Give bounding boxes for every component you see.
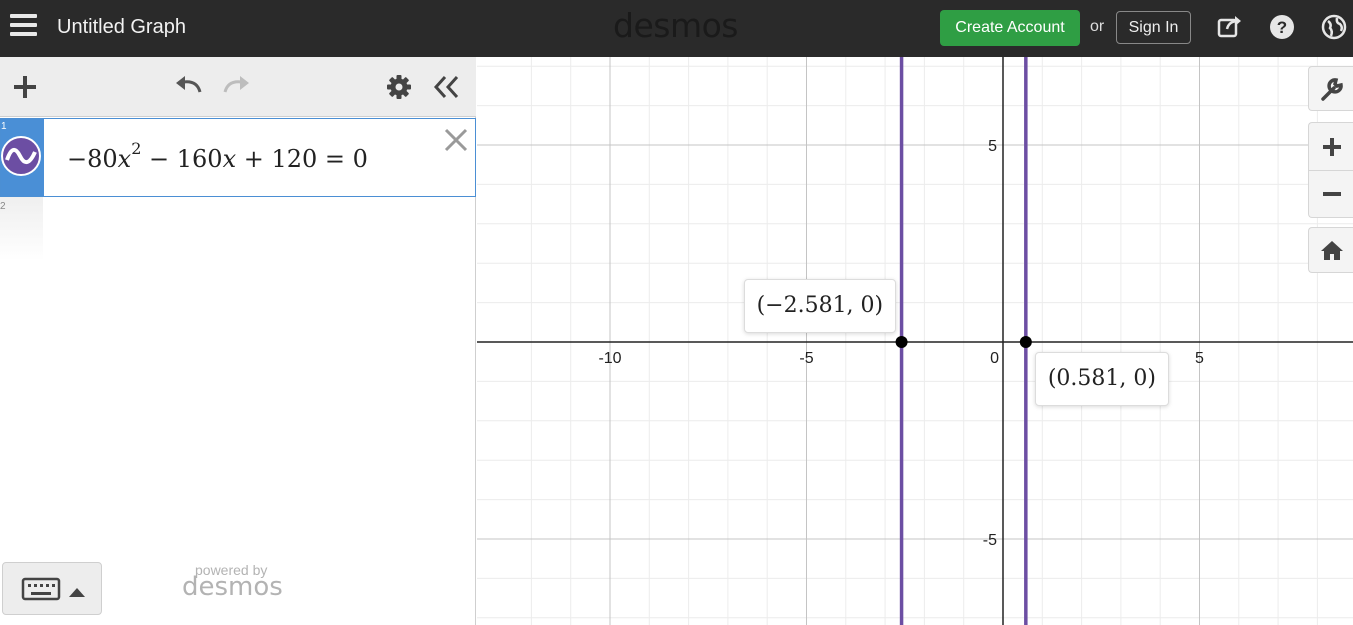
expression-row-2[interactable]: 2 (0, 197, 476, 261)
intercept-point (1019, 336, 1032, 348)
axes (477, 57, 1353, 625)
share-icon[interactable] (1215, 12, 1245, 42)
x-tick-label: -5 (799, 350, 813, 367)
add-icon[interactable] (12, 74, 38, 105)
or-text: or (1090, 18, 1105, 35)
point-label[interactable]: (−2.581, 0) (743, 279, 897, 333)
expression-gutter: 2 (0, 197, 43, 261)
redo-icon[interactable] (222, 74, 252, 101)
expression-input[interactable]: −80x2 − 160x + 120 = 0 (67, 139, 368, 173)
x-tick-label: 0 (990, 350, 999, 367)
expression-toolbar (0, 57, 476, 117)
home-icon (1321, 241, 1343, 260)
expression-row-1[interactable]: 1 −80x2 − 160x + 120 = 0 (0, 118, 476, 197)
svg-text:?: ? (1277, 18, 1287, 37)
graph-canvas[interactable]: -10 -5 0 5 5 -5 (477, 57, 1353, 625)
point-label[interactable]: (0.581, 0) (1034, 352, 1169, 406)
minor-grid (477, 57, 1353, 625)
expression-index: 2 (0, 201, 6, 212)
keyboard-toggle-button[interactable] (2, 562, 102, 615)
desmos-logo: desmos (613, 6, 738, 45)
expression-index: 1 (1, 121, 7, 132)
create-account-button[interactable]: Create Account (940, 10, 1080, 46)
collapse-icon[interactable] (432, 74, 460, 105)
y-tick-label: -5 (983, 532, 997, 549)
desmos-app: Untitled Graph desmos Create Account or … (0, 0, 1353, 625)
graph-settings-button[interactable] (1308, 66, 1353, 111)
major-grid (477, 57, 1353, 625)
sign-in-button[interactable]: Sign In (1116, 11, 1191, 44)
powered-by-logo: desmos (182, 572, 283, 602)
curve-color-icon[interactable] (1, 136, 41, 176)
graph-paper[interactable]: -10 -5 0 5 5 -5 (−2.581, 0) (0.581, 0) (477, 57, 1353, 625)
undo-icon[interactable] (173, 74, 203, 101)
default-viewport-button[interactable] (1308, 227, 1353, 273)
expression-panel: 1 −80x2 − 160x + 120 = 0 2 powered by de… (0, 57, 476, 625)
delete-expression-icon[interactable] (443, 127, 469, 153)
x-tick-label: -10 (598, 350, 621, 367)
language-icon[interactable] (1319, 12, 1349, 42)
settings-icon[interactable] (386, 74, 412, 105)
menu-icon[interactable] (10, 14, 37, 40)
expression-gutter: 1 (1, 119, 44, 196)
zoom-out-icon (1323, 192, 1341, 196)
top-bar: Untitled Graph desmos Create Account or … (0, 0, 1353, 57)
zoom-controls (1308, 122, 1353, 218)
help-icon[interactable]: ? (1267, 12, 1297, 42)
zoom-in-button[interactable] (1309, 123, 1353, 171)
zoom-out-button[interactable] (1309, 171, 1353, 217)
wrench-icon (1321, 78, 1343, 101)
intercept-point (895, 336, 908, 348)
graph-title[interactable]: Untitled Graph (57, 16, 186, 39)
x-tick-label: 5 (1195, 350, 1204, 367)
y-tick-label: 5 (988, 138, 997, 155)
zoom-in-icon (1323, 138, 1341, 156)
